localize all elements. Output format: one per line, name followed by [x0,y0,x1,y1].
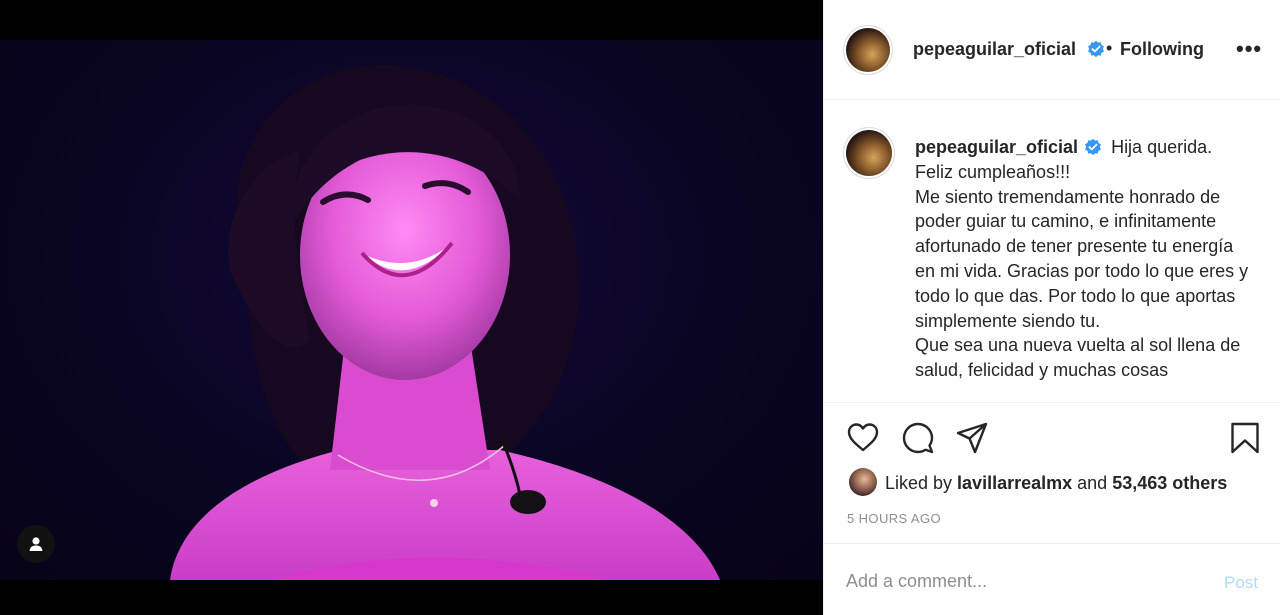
likes-summary: Liked by lavillarrealmx and 53,463 other… [824,465,1280,501]
comment-bar: Post [824,543,1280,615]
more-options-button[interactable]: ••• [1236,36,1262,62]
action-bar [824,403,1280,473]
caption-username[interactable]: pepeaguilar_oficial [915,137,1078,157]
bookmark-icon[interactable] [1228,421,1262,455]
separator-dot: • [1106,38,1113,58]
liker-avatar[interactable] [849,468,877,496]
likes-text: Liked by lavillarrealmx and 53,463 other… [885,473,1227,494]
comment-input[interactable] [846,571,1206,592]
share-icon[interactable] [955,421,989,455]
post-header: pepeaguilar_oficial • Following ••• [824,0,1280,100]
post-caption: pepeaguilar_oficial Hija querida. Feliz … [915,135,1255,383]
likes-prefix: Liked by [885,473,958,493]
post-side-panel: pepeaguilar_oficial • Following ••• pepe… [823,0,1280,615]
caption-section[interactable]: pepeaguilar_oficial Hija querida. Feliz … [824,100,1280,403]
likes-count[interactable]: 53,463 others [1112,473,1227,493]
liked-by-username[interactable]: lavillarrealmx [957,473,1072,493]
tag-user-button[interactable] [17,525,55,563]
comment-icon[interactable] [901,421,935,455]
media-top-strip [0,0,823,40]
post-media [0,0,823,615]
caption-author-avatar[interactable] [846,130,892,176]
author-avatar[interactable] [846,28,890,72]
verified-badge [1081,40,1105,60]
caption-text: Hija querida. Feliz cumpleaños!!! Me sie… [915,137,1249,381]
likes-and: and [1072,473,1113,493]
tag-user-icon [29,537,43,551]
heart-icon[interactable] [846,421,880,455]
verified-badge-icon [1088,40,1104,58]
author-username[interactable]: pepeaguilar_oficial [913,39,1076,60]
photo-illustration [170,64,720,580]
instagram-post-viewer: pepeaguilar_oficial • Following ••• pepe… [0,0,1280,615]
media-bottom-strip [0,580,823,615]
post-photo[interactable] [0,40,823,580]
following-button[interactable]: Following [1120,39,1204,60]
verified-badge-icon [1085,138,1101,156]
post-comment-button[interactable]: Post [1224,573,1258,593]
post-timestamp[interactable]: 5 HOURS AGO [847,511,941,526]
